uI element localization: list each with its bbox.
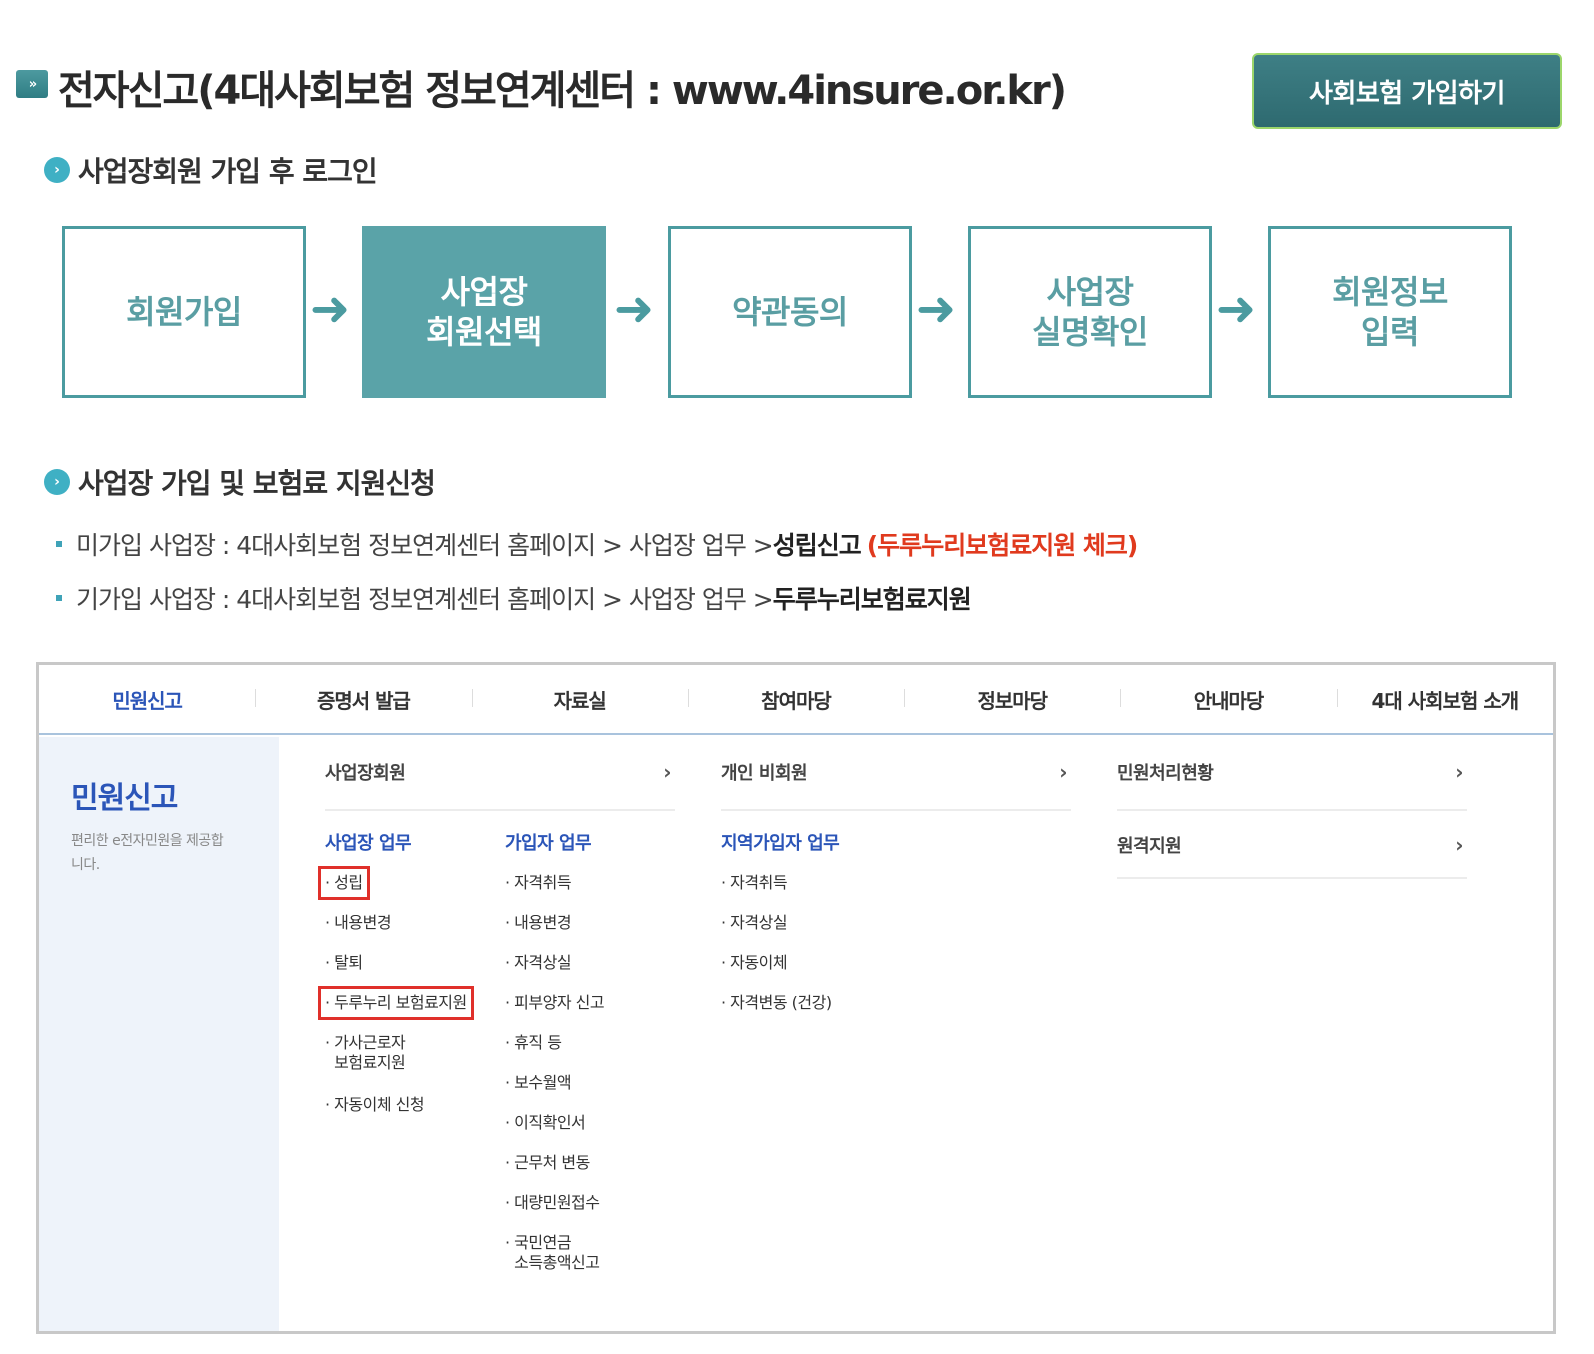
menu-individual-nonmember[interactable]: 개인 비회원 › xyxy=(721,735,1071,811)
menu-item[interactable]: · 가사근로자 보험료지원 xyxy=(325,1033,406,1073)
gnb-item-participation[interactable]: 참여마당 xyxy=(687,685,904,714)
menu-business-member[interactable]: 사업장회원 › xyxy=(325,735,675,811)
global-nav: 민원신고 증명서 발급 자료실 참여마당 정보마당 안내마당 4대 사회보험 소… xyxy=(39,665,1553,735)
chevron-right-icon: › xyxy=(1455,760,1463,784)
section-heading-login: › 사업장회원 가입 후 로그인 xyxy=(44,150,378,190)
gnb-item-complaint[interactable]: 민원신고 xyxy=(39,685,255,714)
instruction-unregistered: 미가입 사업장 : 4대사회보험 정보연계센터 홈페이지 > 사업장 업무 > … xyxy=(56,526,1139,562)
arrow-right-icon: ➜ xyxy=(309,281,351,337)
page-title: 전자신고(4대사회보험 정보연계센터 : www.4insure.or.kr) xyxy=(58,68,1067,114)
menu-item[interactable]: · 휴직 등 xyxy=(505,1033,562,1053)
menu-label: 민원처리현황 xyxy=(1117,763,1214,784)
menu-item[interactable]: · 국민연금 소득총액신고 xyxy=(505,1233,600,1273)
menu-label: 사업장회원 xyxy=(325,763,406,784)
menu-item[interactable]: · 탈퇴 xyxy=(325,953,363,973)
col-head-regional: 지역가입자 업무 xyxy=(721,833,840,854)
menu-item[interactable]: · 내용변경 xyxy=(325,913,392,933)
menu-label: 원격지원 xyxy=(1117,836,1182,857)
instruction-path: 미가입 사업장 : 4대사회보험 정보연계센터 홈페이지 > 사업장 업무 > xyxy=(76,531,774,560)
circle-chevron-icon: › xyxy=(44,469,70,495)
col-head-subscriber: 가입자 업무 xyxy=(505,833,592,854)
square-bullet-icon xyxy=(56,595,62,601)
double-chevron-icon: » xyxy=(16,70,48,98)
menu-item-establish[interactable]: · 성립 xyxy=(318,866,370,900)
menu-item[interactable]: · 피부양자 신고 xyxy=(505,993,605,1013)
lnb-description: 편리한 e전자민원을 제공합니다. xyxy=(71,833,224,873)
gnb-item-library[interactable]: 자료실 xyxy=(471,685,688,714)
menu-item[interactable]: · 대량민원접수 xyxy=(505,1193,600,1213)
arrow-right-icon: ➜ xyxy=(613,281,655,337)
chevron-right-icon: › xyxy=(1455,833,1463,857)
lnb-title: 민원신고 xyxy=(71,781,178,816)
menu-item[interactable]: · 자동이체 신청 xyxy=(325,1095,425,1115)
menu-remote-support[interactable]: 원격지원 › xyxy=(1117,813,1467,879)
gnb-item-certificate[interactable]: 증명서 발급 xyxy=(255,685,471,714)
circle-chevron-icon: › xyxy=(44,157,70,183)
menu-item[interactable]: · 자격상실 xyxy=(505,953,572,973)
chevron-right-icon: › xyxy=(663,760,671,784)
menu-item[interactable]: · 자격상실 xyxy=(721,913,788,933)
col-head-business: 사업장 업무 xyxy=(325,833,412,854)
menu-item[interactable]: · 자동이체 xyxy=(721,953,788,973)
menu-item[interactable]: · 이직확인서 xyxy=(505,1113,586,1133)
menu-item[interactable]: · 근무처 변동 xyxy=(505,1153,590,1173)
instruction-target: 성립신고 xyxy=(772,531,862,560)
gnb-item-information[interactable]: 정보마당 xyxy=(904,685,1120,714)
gnb-item-guide[interactable]: 안내마당 xyxy=(1120,685,1336,714)
menu-item[interactable]: · 내용변경 xyxy=(505,913,572,933)
menu-item[interactable]: · 보수월액 xyxy=(505,1073,572,1093)
menu-item[interactable]: · 자격변동 (건강) xyxy=(721,993,832,1013)
menu-item[interactable]: · 자격취득 xyxy=(721,873,788,893)
step-business-member-select: 사업장 회원선택 xyxy=(362,226,606,398)
instruction-note: (두루누리보험료지원 체크) xyxy=(866,531,1139,560)
step-terms-agree: 약관동의 xyxy=(668,226,912,398)
step-business-verification: 사업장 실명확인 xyxy=(968,226,1212,398)
menu-item[interactable]: · 자격취득 xyxy=(505,873,572,893)
instruction-registered: 기가입 사업장 : 4대사회보험 정보연계센터 홈페이지 > 사업장 업무 > … xyxy=(56,580,972,616)
join-social-insurance-button[interactable]: 사회보험 가입하기 xyxy=(1252,53,1562,129)
instruction-target: 두루누리보험료지원 xyxy=(772,585,972,614)
arrow-right-icon: ➜ xyxy=(1215,281,1257,337)
section-title: 사업장 가입 및 보험료 지원신청 xyxy=(78,467,436,500)
menu-item-durunuri[interactable]: · 두루누리 보험료지원 xyxy=(318,986,474,1020)
section-title: 사업장회원 가입 후 로그인 xyxy=(78,155,378,188)
instruction-path: 기가입 사업장 : 4대사회보험 정보연계센터 홈페이지 > 사업장 업무 > xyxy=(76,585,774,614)
square-bullet-icon xyxy=(56,541,62,547)
local-nav-sidebar: 민원신고 편리한 e전자민원을 제공합니다. xyxy=(39,737,279,1331)
site-menu-screenshot: 민원신고 증명서 발급 자료실 참여마당 정보마당 안내마당 4대 사회보험 소… xyxy=(36,662,1556,1334)
arrow-right-icon: ➜ xyxy=(915,281,957,337)
chevron-right-icon: › xyxy=(1059,760,1067,784)
step-member-info-input: 회원정보 입력 xyxy=(1268,226,1512,398)
section-heading-subscription: › 사업장 가입 및 보험료 지원신청 xyxy=(44,462,436,502)
menu-label: 개인 비회원 xyxy=(721,763,808,784)
menu-complaint-status[interactable]: 민원처리현황 › xyxy=(1117,735,1467,811)
step-signup: 회원가입 xyxy=(62,226,306,398)
gnb-item-about[interactable]: 4대 사회보험 소개 xyxy=(1336,685,1553,714)
